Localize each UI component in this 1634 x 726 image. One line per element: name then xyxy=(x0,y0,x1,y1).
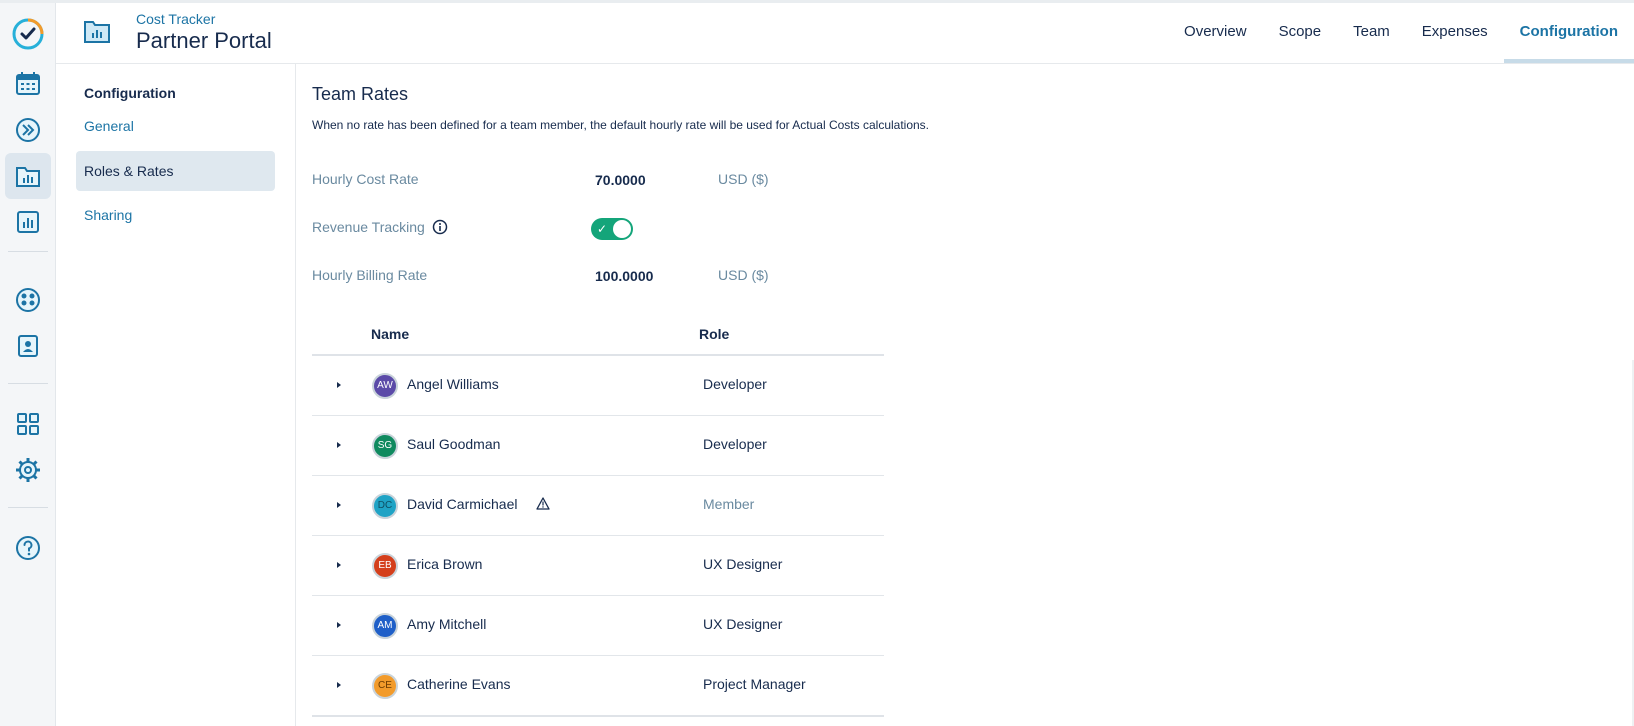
table-row[interactable]: AM Amy Mitchell UX Designer xyxy=(312,596,884,656)
member-name: Amy Mitchell xyxy=(407,616,487,632)
avatar: SG xyxy=(372,433,398,459)
expand-caret-icon[interactable] xyxy=(334,440,344,450)
app-subtitle[interactable]: Cost Tracker xyxy=(136,11,215,27)
folder-chart-icon xyxy=(84,19,110,48)
hourly-billing-rate-value[interactable]: 100.0000 xyxy=(595,268,653,284)
bar-chart-icon[interactable] xyxy=(5,199,51,245)
avatar: EB xyxy=(372,553,398,579)
logo-check-icon[interactable] xyxy=(5,11,51,57)
sidebar-item-roles-rates[interactable]: Roles & Rates xyxy=(76,151,275,191)
hourly-billing-rate-label: Hourly Billing Rate xyxy=(312,267,428,283)
rail-divider xyxy=(8,507,48,508)
table-row[interactable]: DC David Carmichael Member xyxy=(312,476,884,536)
contact-icon[interactable] xyxy=(5,323,51,369)
team-rates-table: Name Role AW Angel Williams Developer SG… xyxy=(312,314,884,717)
hourly-cost-rate-currency: USD ($) xyxy=(718,171,769,187)
section-description: When no rate has been defined for a team… xyxy=(312,118,930,132)
tab-overview[interactable]: Overview xyxy=(1168,3,1263,63)
avatar: DC xyxy=(372,493,398,519)
expand-caret-icon[interactable] xyxy=(334,380,344,390)
member-name: Angel Williams xyxy=(407,376,499,392)
member-role[interactable]: Developer xyxy=(703,376,767,392)
member-name: Catherine Evans xyxy=(407,676,511,692)
avatar: CE xyxy=(372,673,398,699)
table-row[interactable]: SG Saul Goodman Developer xyxy=(312,416,884,476)
column-header-name[interactable]: Name xyxy=(371,326,409,342)
toggle-knob xyxy=(613,220,631,238)
avatar: AW xyxy=(372,373,398,399)
member-name: Saul Goodman xyxy=(407,436,501,452)
table-row[interactable]: EB Erica Brown UX Designer xyxy=(312,536,884,596)
tab-bar: Overview Scope Team Expenses Configurati… xyxy=(1168,3,1634,63)
sidebar-heading: Configuration xyxy=(84,85,176,101)
revenue-tracking-label: Revenue Tracking xyxy=(312,219,425,235)
column-header-role[interactable]: Role xyxy=(699,326,729,342)
tab-configuration[interactable]: Configuration xyxy=(1503,3,1634,63)
calendar-icon[interactable] xyxy=(5,61,51,107)
tab-scope[interactable]: Scope xyxy=(1263,3,1338,63)
tab-expenses[interactable]: Expenses xyxy=(1406,3,1504,63)
main-content: Team Rates When no rate has been defined… xyxy=(312,64,1634,726)
table-header: Name Role xyxy=(312,314,884,356)
sidebar-item-sharing[interactable]: Sharing xyxy=(76,195,275,235)
folder-chart-icon[interactable] xyxy=(5,153,51,199)
tab-team[interactable]: Team xyxy=(1337,3,1406,63)
table-row[interactable]: CE Catherine Evans Project Manager xyxy=(312,656,884,717)
warning-icon[interactable] xyxy=(536,497,550,515)
member-role[interactable]: Developer xyxy=(703,436,767,452)
expand-caret-icon[interactable] xyxy=(334,500,344,510)
double-chevron-icon[interactable] xyxy=(5,107,51,153)
apps-grid-icon[interactable] xyxy=(5,401,51,447)
section-title: Team Rates xyxy=(312,84,409,104)
member-role[interactable]: UX Designer xyxy=(703,556,782,572)
info-icon[interactable] xyxy=(432,219,448,240)
expand-caret-icon[interactable] xyxy=(334,680,344,690)
table-row[interactable]: AW Angel Williams Developer xyxy=(312,356,884,416)
help-icon[interactable] xyxy=(5,525,51,571)
avatar: AM xyxy=(372,613,398,639)
configuration-sidebar: Configuration General Roles & Rates Shar… xyxy=(56,64,296,726)
member-role[interactable]: Member xyxy=(703,496,754,512)
member-name: Erica Brown xyxy=(407,556,483,572)
rail-divider xyxy=(8,251,48,252)
sidebar-item-general[interactable]: General xyxy=(76,106,275,146)
expand-caret-icon[interactable] xyxy=(334,620,344,630)
hourly-cost-rate-value[interactable]: 70.0000 xyxy=(595,172,646,188)
page-title: Partner Portal xyxy=(136,28,272,53)
rail-divider xyxy=(8,383,48,384)
team-icon[interactable] xyxy=(5,277,51,323)
top-header: Cost Tracker Partner Portal Overview Sco… xyxy=(56,3,1634,64)
settings-gear-icon[interactable] xyxy=(5,447,51,493)
hourly-billing-rate-currency: USD ($) xyxy=(718,267,769,283)
expand-caret-icon[interactable] xyxy=(334,560,344,570)
revenue-tracking-toggle[interactable]: ✓ xyxy=(591,218,633,240)
member-role[interactable]: Project Manager xyxy=(703,676,806,692)
member-name: David Carmichael xyxy=(407,496,518,512)
hourly-cost-rate-label: Hourly Cost Rate xyxy=(312,171,419,187)
checkmark-icon: ✓ xyxy=(597,222,608,236)
member-role[interactable]: UX Designer xyxy=(703,616,782,632)
left-rail xyxy=(0,3,56,726)
